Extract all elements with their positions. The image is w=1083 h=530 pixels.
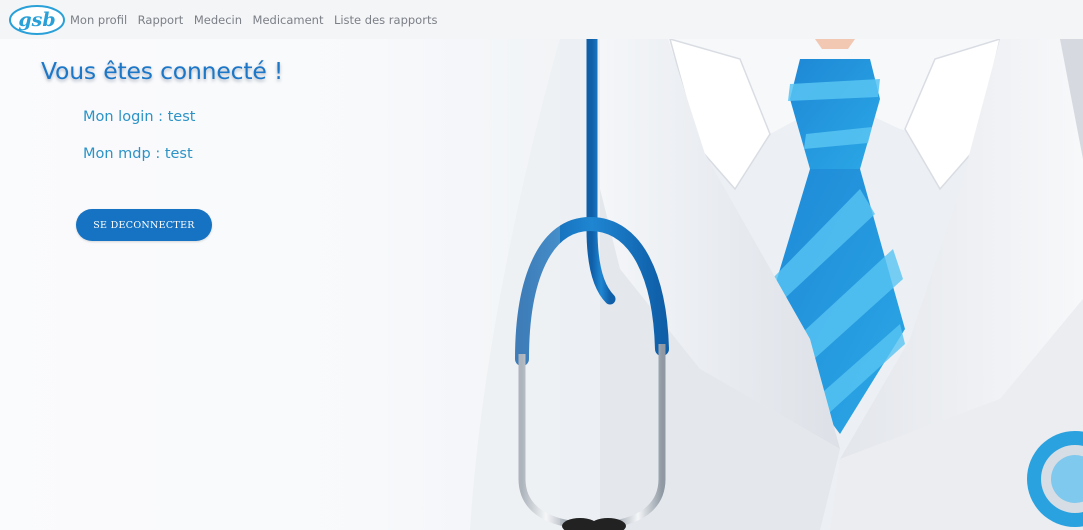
logo-text: gsb (18, 9, 55, 31)
password-info: Mon mdp : test (83, 146, 193, 162)
hero-section: Vous êtes connecté ! Mon login : test Mo… (0, 39, 1083, 530)
gsb-logo-icon: gsb (9, 4, 65, 35)
top-navbar: gsb Mon profil Rapport Medecin Medicamen… (0, 0, 1083, 39)
nav-links: Mon profil Rapport Medecin Medicament Li… (70, 13, 448, 27)
login-info: Mon login : test (83, 109, 196, 125)
nav-link-medicament[interactable]: Medicament (253, 13, 324, 27)
gsb-logo[interactable]: gsb (8, 4, 66, 36)
nav-link-rapport[interactable]: Rapport (138, 13, 184, 27)
nav-link-liste-des-rapports[interactable]: Liste des rapports (334, 13, 438, 27)
nav-link-mon-profil[interactable]: Mon profil (70, 13, 127, 27)
page-title: Vous êtes connecté ! (41, 57, 284, 85)
logout-button[interactable]: SE DECONNECTER (76, 209, 212, 241)
login-confirmation-panel: Vous êtes connecté ! Mon login : test Mo… (0, 39, 420, 530)
nav-link-medecin[interactable]: Medecin (194, 13, 242, 27)
